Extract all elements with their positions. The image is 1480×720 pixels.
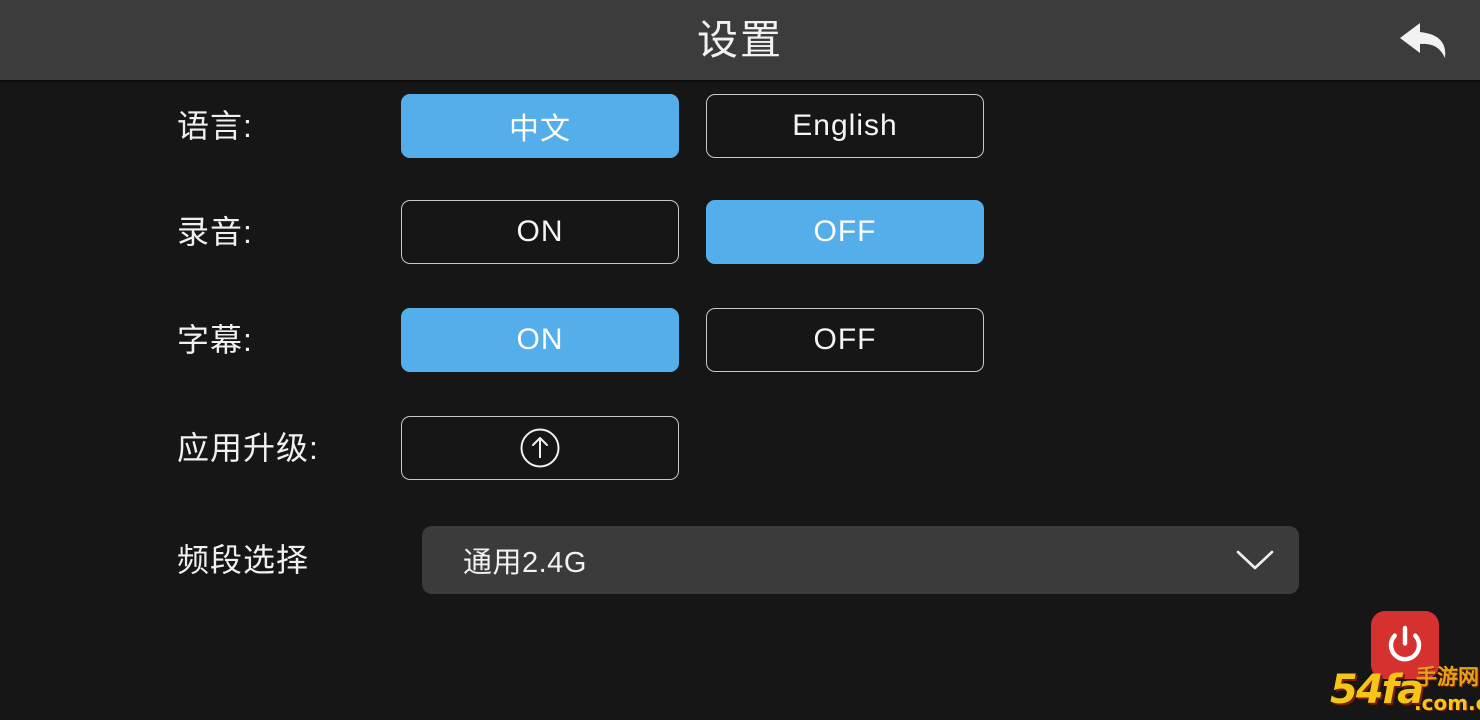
language-option-chinese[interactable]: 中文 <box>401 94 679 158</box>
label-recording: 录音: <box>177 214 253 250</box>
circle-up-arrow-icon <box>519 427 561 469</box>
label-band-selection: 频段选择 <box>177 542 310 578</box>
subtitle-option-off[interactable]: OFF <box>706 308 984 372</box>
label-language: 语言: <box>177 108 253 144</box>
app-upgrade-button[interactable] <box>401 416 679 480</box>
app-header: 设置 <box>0 0 1480 82</box>
settings-row-subtitle: 字幕: ON OFF <box>0 305 1480 375</box>
label-app-upgrade: 应用升级: <box>177 430 319 466</box>
back-arrow-icon <box>1398 17 1454 63</box>
band-selection-value: 通用2.4G <box>463 547 587 579</box>
chevron-down-icon <box>1233 545 1277 575</box>
power-icon <box>1383 623 1427 667</box>
recording-option-on[interactable]: ON <box>401 200 679 264</box>
band-selection-dropdown[interactable]: 通用2.4G <box>422 526 1299 594</box>
page-title: 设置 <box>697 17 783 63</box>
label-subtitle: 字幕: <box>177 322 253 358</box>
power-button[interactable] <box>1371 611 1439 679</box>
settings-row-app-upgrade: 应用升级: <box>0 413 1480 483</box>
settings-row-recording: 录音: ON OFF <box>0 197 1480 267</box>
back-button[interactable] <box>1392 8 1460 72</box>
subtitle-option-on[interactable]: ON <box>401 308 679 372</box>
recording-option-off[interactable]: OFF <box>706 200 984 264</box>
settings-row-language: 语言: 中文 English <box>0 91 1480 161</box>
settings-list: 语言: 中文 English 录音: ON OFF 字幕: ON OFF 应用升… <box>0 82 1480 720</box>
language-option-english[interactable]: English <box>706 94 984 158</box>
settings-row-band-selection: 频段选择 通用2.4G <box>0 525 1480 595</box>
